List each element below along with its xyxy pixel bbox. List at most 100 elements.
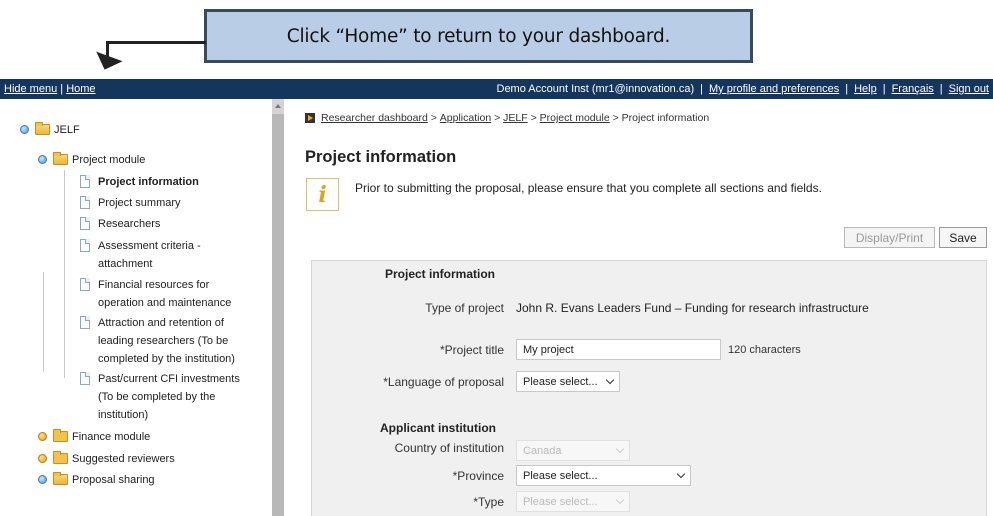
document-icon <box>80 278 90 291</box>
collapse-icon[interactable] <box>38 155 47 164</box>
tree-item-jelf[interactable]: JELF <box>20 121 80 139</box>
callout-arrow-line <box>106 41 206 44</box>
breadcrumb-current: Project information <box>621 112 710 124</box>
province-label: *Province <box>452 469 504 483</box>
tree-item-proposal-sharing[interactable]: Proposal sharing <box>38 471 155 489</box>
language-of-proposal-select[interactable]: Please select... <box>516 371 620 392</box>
expand-icon[interactable] <box>38 432 47 441</box>
tree-item-suggested-reviewers[interactable]: Suggested reviewers <box>38 450 175 468</box>
breadcrumb-project-module[interactable]: Project module <box>540 112 610 124</box>
document-icon <box>80 196 90 209</box>
tree-label: Proposal sharing <box>72 474 155 486</box>
top-nav-bar: Hide menu | Home Demo Account Inst (mr1@… <box>0 79 993 99</box>
chevron-down-icon <box>615 444 625 453</box>
section-heading-applicant-institution: Applicant institution <box>380 421 496 435</box>
help-link[interactable]: Help <box>854 83 877 95</box>
tree-item-past-cfi-investments[interactable]: Past/current CFI investments (To be comp… <box>80 370 240 424</box>
topbar-right: Demo Account Inst (mr1@innovation.ca) | … <box>497 83 990 95</box>
tree-item-researchers[interactable]: Researchers <box>80 215 160 233</box>
tree-label: Financial resources for operation and ma… <box>98 279 232 309</box>
breadcrumb-separator: > <box>491 112 504 124</box>
collapse-icon[interactable] <box>20 125 29 134</box>
tree-label: Project information <box>98 176 199 188</box>
tree-label: Past/current CFI investments (To be comp… <box>98 373 240 421</box>
chevron-down-icon <box>676 469 686 478</box>
callout-text: Click “Home” to return to your dashboard… <box>286 25 671 47</box>
expand-icon[interactable] <box>38 454 47 463</box>
topbar-divider: | <box>700 83 703 95</box>
folder-open-icon <box>35 122 50 135</box>
document-icon <box>80 372 90 385</box>
tree-label: Researchers <box>98 218 161 230</box>
sidebar-scroll-thumb[interactable] <box>272 114 284 516</box>
tree-item-attraction-retention[interactable]: Attraction and retention of leading rese… <box>80 314 235 368</box>
scroll-up-arrow-icon[interactable] <box>275 104 281 108</box>
tree-guide-line <box>43 272 44 372</box>
breadcrumb-separator: > <box>527 112 540 124</box>
tree-label: Finance module <box>72 431 151 443</box>
type-select: Please select... <box>516 491 630 512</box>
breadcrumb-researcher-dashboard[interactable]: Researcher dashboard <box>321 112 428 124</box>
collapse-icon[interactable] <box>38 475 47 484</box>
document-icon <box>80 175 90 188</box>
select-value: Canada <box>523 444 562 457</box>
topbar-divider: | <box>845 83 849 95</box>
tree-item-project-summary[interactable]: Project summary <box>80 194 181 212</box>
page-title: Project information <box>305 148 457 166</box>
tree-item-project-module[interactable]: Project module <box>38 151 145 169</box>
breadcrumb: Researcher dashboard > Application > JEL… <box>305 112 709 124</box>
breadcrumb-separator: > <box>609 112 622 124</box>
tree-label: JELF <box>54 124 80 136</box>
profile-link[interactable]: My profile and preferences <box>709 83 839 95</box>
tree-item-financial-resources[interactable]: Financial resources for operation and ma… <box>80 276 231 312</box>
save-button[interactable]: Save <box>939 227 987 248</box>
tree-label: Attraction and retention of leading rese… <box>98 317 235 365</box>
hide-menu-link[interactable]: Hide menu <box>4 83 57 95</box>
select-value: Please select... <box>523 469 598 482</box>
tree-guide-line <box>64 170 65 378</box>
tree-label: Suggested reviewers <box>72 453 175 465</box>
select-value: Please select... <box>523 495 598 508</box>
breadcrumb-jelf[interactable]: JELF <box>503 112 528 124</box>
section-heading-project-information: Project information <box>385 267 496 281</box>
home-link[interactable]: Home <box>66 83 95 95</box>
tree-item-finance-module[interactable]: Finance module <box>38 428 150 446</box>
tree-label: Project summary <box>98 197 181 209</box>
language-link[interactable]: Français <box>892 83 934 95</box>
project-title-input[interactable]: My project <box>516 339 721 360</box>
tree-item-project-information[interactable]: Project information <box>80 173 199 191</box>
type-of-project-label: Type of project <box>425 301 504 315</box>
breadcrumb-arrow-icon <box>305 113 315 123</box>
document-icon <box>80 316 90 329</box>
type-label: *Type <box>473 495 504 509</box>
folder-open-icon <box>53 152 68 165</box>
project-title-label: *Project title <box>439 343 504 357</box>
province-select[interactable]: Please select... <box>516 465 691 486</box>
country-of-institution-select: Canada <box>516 440 630 461</box>
topbar-divider: | <box>939 83 943 95</box>
topbar-left: Hide menu | Home <box>4 83 96 95</box>
document-icon <box>80 239 90 252</box>
chevron-down-icon <box>605 375 615 384</box>
document-icon <box>80 217 90 230</box>
info-icon: i <box>306 178 339 211</box>
folder-icon <box>53 429 68 442</box>
select-value: Please select... <box>523 375 598 388</box>
sign-out-link[interactable]: Sign out <box>949 83 989 95</box>
display-print-button[interactable]: Display/Print <box>844 227 935 248</box>
language-of-proposal-label: *Language of proposal <box>383 375 504 389</box>
tree-label: Project module <box>72 154 146 166</box>
tree-item-assessment-criteria[interactable]: Assessment criteria - attachment <box>80 237 201 273</box>
folder-icon <box>53 451 68 464</box>
breadcrumb-application[interactable]: Application <box>440 112 491 124</box>
breadcrumb-separator: > <box>427 112 440 124</box>
tree-label: Assessment criteria - attachment <box>98 240 201 270</box>
type-of-project-value: John R. Evans Leaders Fund – Funding for… <box>516 301 869 315</box>
account-name: Demo Account Inst (mr1@innovation.ca) <box>496 83 695 95</box>
character-limit-hint: 120 characters <box>728 344 801 356</box>
info-message: Prior to submitting the proposal, please… <box>355 181 822 195</box>
instruction-callout: Click “Home” to return to your dashboard… <box>204 9 753 63</box>
chevron-down-icon <box>615 495 625 504</box>
topbar-divider: | <box>60 83 64 95</box>
callout-arrow-head <box>91 51 123 75</box>
